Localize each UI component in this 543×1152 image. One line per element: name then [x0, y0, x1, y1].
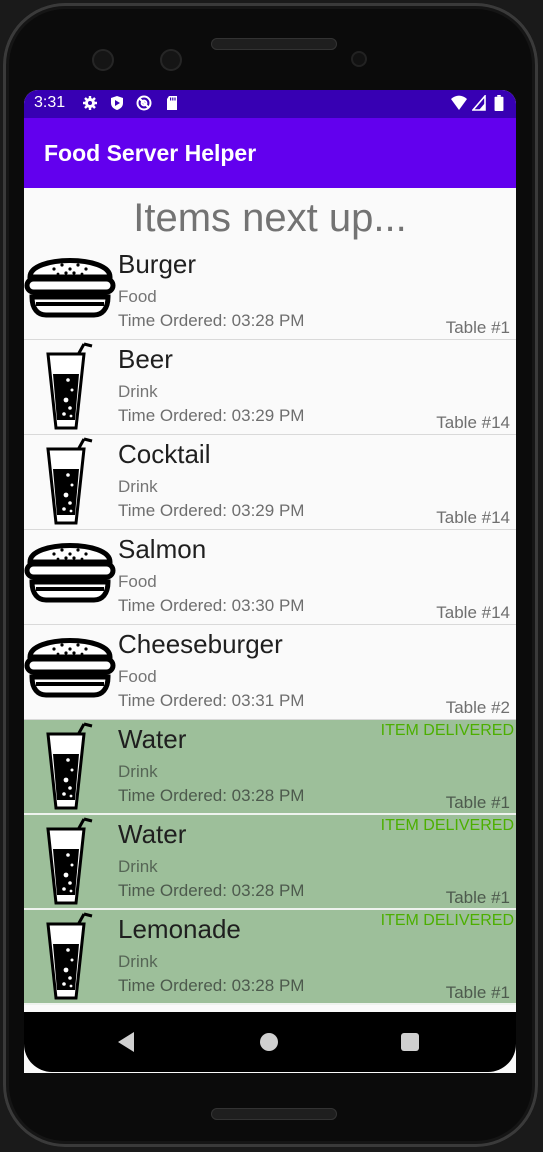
item-name: Salmon — [118, 534, 207, 564]
front-camera-secondary — [160, 49, 182, 71]
item-type: Drink — [118, 382, 158, 401]
sd-card-icon — [167, 96, 177, 110]
order-list[interactable]: Burger Food Time Ordered: 03:28 PM Table… — [24, 245, 516, 1005]
shield-icon — [111, 96, 123, 110]
item-name: Burger — [118, 249, 197, 279]
battery-icon — [494, 95, 504, 111]
item-time-ordered: Time Ordered: 03:29 PM — [118, 406, 305, 425]
front-camera — [92, 49, 114, 71]
item-name: Cocktail — [118, 439, 211, 469]
item-time-ordered: Time Ordered: 03:28 PM — [118, 881, 305, 900]
back-icon[interactable] — [118, 1032, 134, 1052]
item-table: Table #14 — [436, 603, 510, 622]
item-name: Cheeseburger — [118, 629, 283, 659]
item-time-ordered: Time Ordered: 03:28 PM — [118, 786, 305, 805]
order-item[interactable]: Burger Food Time Ordered: 03:28 PM Table… — [24, 245, 516, 340]
drink-icon — [24, 720, 116, 814]
item-type: Drink — [118, 477, 158, 496]
drink-icon — [24, 435, 116, 529]
navigation-bar — [24, 1012, 516, 1072]
burger-icon — [24, 625, 116, 719]
app-bar: Food Server Helper — [24, 118, 516, 188]
page-heading: Items next up... — [133, 196, 407, 240]
delivered-badge: ITEM DELIVERED — [380, 912, 514, 929]
item-type: Food — [118, 287, 157, 306]
app-title: Food Server Helper — [44, 140, 257, 166]
order-item[interactable]: Water Drink Time Ordered: 03:28 PM Table… — [24, 815, 516, 910]
home-icon[interactable] — [260, 1033, 278, 1051]
item-table: Table #14 — [436, 508, 510, 527]
burger-icon — [24, 245, 116, 339]
burger-icon — [24, 530, 116, 624]
item-table: Table #1 — [445, 318, 510, 337]
item-time-ordered: Time Ordered: 03:29 PM — [118, 501, 305, 520]
item-time-ordered: Time Ordered: 03:28 PM — [118, 311, 305, 330]
item-name: Lemonade — [118, 914, 241, 944]
drink-icon — [24, 340, 116, 434]
item-type: Food — [118, 572, 157, 591]
item-type: Drink — [118, 857, 158, 876]
item-table: Table #1 — [445, 793, 510, 812]
signal-icon — [472, 95, 486, 111]
order-item[interactable]: Lemonade Drink Time Ordered: 03:28 PM Ta… — [24, 910, 516, 1005]
delivered-badge: ITEM DELIVERED — [380, 817, 514, 834]
item-table: Table #1 — [445, 983, 510, 1002]
item-time-ordered: Time Ordered: 03:30 PM — [118, 596, 305, 615]
item-name: Water — [118, 819, 187, 849]
status-time: 3:31 — [34, 94, 66, 111]
drink-icon — [24, 910, 116, 1004]
item-table: Table #14 — [436, 413, 510, 432]
order-item[interactable]: Salmon Food Time Ordered: 03:30 PM Table… — [24, 530, 516, 625]
order-item[interactable]: Cocktail Drink Time Ordered: 03:29 PM Ta… — [24, 435, 516, 530]
bottom-speaker — [211, 1108, 337, 1120]
wifi-icon — [451, 95, 467, 110]
order-item[interactable]: Beer Drink Time Ordered: 03:29 PM Table … — [24, 340, 516, 435]
item-type: Drink — [118, 762, 158, 781]
at-sign-icon — [136, 95, 152, 111]
delivered-badge: ITEM DELIVERED — [380, 722, 514, 739]
item-time-ordered: Time Ordered: 03:31 PM — [118, 691, 305, 710]
drink-icon — [24, 815, 116, 909]
item-table: Table #1 — [445, 888, 510, 907]
order-item[interactable]: Water Drink Time Ordered: 03:28 PM Table… — [24, 720, 516, 815]
item-name: Beer — [118, 344, 173, 374]
item-type: Food — [118, 667, 157, 686]
recents-icon[interactable] — [401, 1033, 419, 1051]
gear-icon — [83, 96, 97, 110]
status-bar: 3:31 — [24, 90, 516, 118]
app-screen: 3:31 Food Server Helper Items next up...… — [24, 90, 516, 1073]
item-type: Drink — [118, 952, 158, 971]
item-name: Water — [118, 724, 187, 754]
item-time-ordered: Time Ordered: 03:28 PM — [118, 976, 305, 995]
item-table: Table #2 — [445, 698, 510, 717]
earpiece-speaker — [211, 38, 337, 50]
order-item[interactable]: Cheeseburger Food Time Ordered: 03:31 PM… — [24, 625, 516, 720]
proximity-sensor — [351, 51, 367, 67]
